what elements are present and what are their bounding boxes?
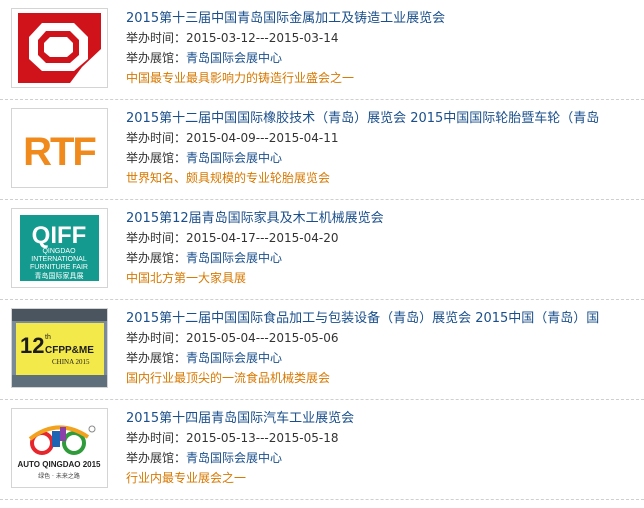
cfppme-logo-text: CFPP&ME: [45, 345, 94, 356]
exhibition-date-row: 举办时间：2015-03-12---2015-03-14: [126, 30, 338, 46]
exhibition-date-row: 举办时间：2015-05-04---2015-05-06: [126, 330, 338, 346]
venue-link[interactable]: 青岛国际会展中心: [186, 451, 282, 465]
exhibition-item: RTF 2015第十二届中国国际橡胶技术（青岛）展览会 2015中国国际轮胎暨车…: [0, 100, 644, 200]
cfppme-logo-sup: th: [45, 334, 51, 341]
date-label: 举办时间：: [126, 131, 187, 145]
venue-label: 举办展馆：: [126, 251, 187, 265]
exhibition-venue-row: 举办展馆：青岛国际会展中心: [126, 450, 282, 466]
cfppme-logo-icon[interactable]: 12 th CFPP&ME CHINA 2015: [11, 308, 108, 388]
exhibition-item: 12 th CFPP&ME CHINA 2015 2015第十二届中国国际食品加…: [0, 300, 644, 400]
venue-label: 举办展馆：: [126, 151, 187, 165]
exhibition-item: QIFF QINGDAO INTERNATIONAL FURNITURE FAI…: [0, 200, 644, 300]
date-value: 2015-05-13---2015-05-18: [186, 431, 339, 445]
qiff-logo-sub: 青岛国际家具展: [35, 271, 84, 280]
venue-label: 举办展馆：: [126, 451, 187, 465]
cfppme-logo-num: 12: [20, 333, 44, 358]
exhibition-item: AUTO QINGDAO 2015 绿色 · 未来之路 2015第十四届青岛国际…: [0, 400, 644, 500]
exhibition-title-link[interactable]: 2015第十二届中国国际橡胶技术（青岛）展览会 2015中国国际轮胎暨车轮（青岛: [126, 110, 636, 128]
exhibition-slogan: 中国最专业最具影响力的铸造行业盛会之一: [126, 71, 355, 85]
exhibition-title-link[interactable]: 2015第十四届青岛国际汽车工业展览会: [126, 410, 636, 428]
date-label: 举办时间：: [126, 431, 187, 445]
exhibition-venue-row: 举办展馆：青岛国际会展中心: [126, 150, 282, 166]
exhibition-date-row: 举办时间：2015-04-17---2015-04-20: [126, 230, 338, 246]
foundry-expo-logo-icon[interactable]: [11, 8, 108, 88]
venue-label: 举办展馆：: [126, 51, 187, 65]
date-value: 2015-04-09---2015-04-11: [186, 131, 339, 145]
exhibition-title-link[interactable]: 2015第12届青岛国际家具及木工机械展览会: [126, 210, 636, 228]
venue-link[interactable]: 青岛国际会展中心: [186, 51, 282, 65]
date-value: 2015-04-17---2015-04-20: [186, 231, 339, 245]
date-value: 2015-05-04---2015-05-06: [186, 331, 339, 345]
date-value: 2015-03-12---2015-03-14: [186, 31, 339, 45]
cfppme-logo-sub: CHINA 2015: [52, 358, 90, 366]
exhibition-venue-row: 举办展馆：青岛国际会展中心: [126, 350, 282, 366]
date-label: 举办时间：: [126, 31, 187, 45]
exhibition-slogan: 世界知名、颇具规模的专业轮胎展览会: [126, 171, 331, 185]
rtf-logo-text: RTF: [23, 130, 95, 174]
exhibition-title-link[interactable]: 2015第十三届中国青岛国际金属加工及铸造工业展览会: [126, 10, 636, 28]
auto-qingdao-logo-icon[interactable]: AUTO QINGDAO 2015 绿色 · 未来之路: [11, 408, 108, 488]
exhibition-slogan: 国内行业最顶尖的一流食品机械类展会: [126, 371, 331, 385]
qiff-logo-sub: INTERNATIONAL: [31, 256, 87, 263]
date-label: 举办时间：: [126, 331, 187, 345]
exhibition-venue-row: 举办展馆：青岛国际会展中心: [126, 250, 282, 266]
auto-logo-sub: 绿色 · 未来之路: [38, 472, 80, 480]
venue-link[interactable]: 青岛国际会展中心: [186, 151, 282, 165]
date-label: 举办时间：: [126, 231, 187, 245]
exhibition-date-row: 举办时间：2015-04-09---2015-04-11: [126, 130, 338, 146]
qiff-logo-sub: FURNITURE FAIR: [30, 264, 88, 271]
exhibition-slogan: 行业内最专业展会之一: [126, 471, 247, 485]
exhibition-title-link[interactable]: 2015第十二届中国国际食品加工与包装设备（青岛）展览会 2015中国（青岛）国: [126, 310, 636, 328]
qiff-logo-text: QIFF: [32, 222, 87, 249]
exhibition-venue-row: 举办展馆：青岛国际会展中心: [126, 50, 282, 66]
qiff-logo-sub: QINGDAO: [42, 248, 76, 255]
venue-link[interactable]: 青岛国际会展中心: [186, 351, 282, 365]
exhibition-item: 2015第十三届中国青岛国际金属加工及铸造工业展览会 举办时间：2015-03-…: [0, 0, 644, 100]
venue-link[interactable]: 青岛国际会展中心: [186, 251, 282, 265]
exhibition-date-row: 举办时间：2015-05-13---2015-05-18: [126, 430, 338, 446]
qiff-logo-icon[interactable]: QIFF QINGDAO INTERNATIONAL FURNITURE FAI…: [11, 208, 108, 288]
exhibition-slogan: 中国北方第一大家具展: [126, 271, 247, 285]
rtf-logo-icon[interactable]: RTF: [11, 108, 108, 188]
auto-logo-text: AUTO QINGDAO 2015: [18, 460, 102, 469]
venue-label: 举办展馆：: [126, 351, 187, 365]
